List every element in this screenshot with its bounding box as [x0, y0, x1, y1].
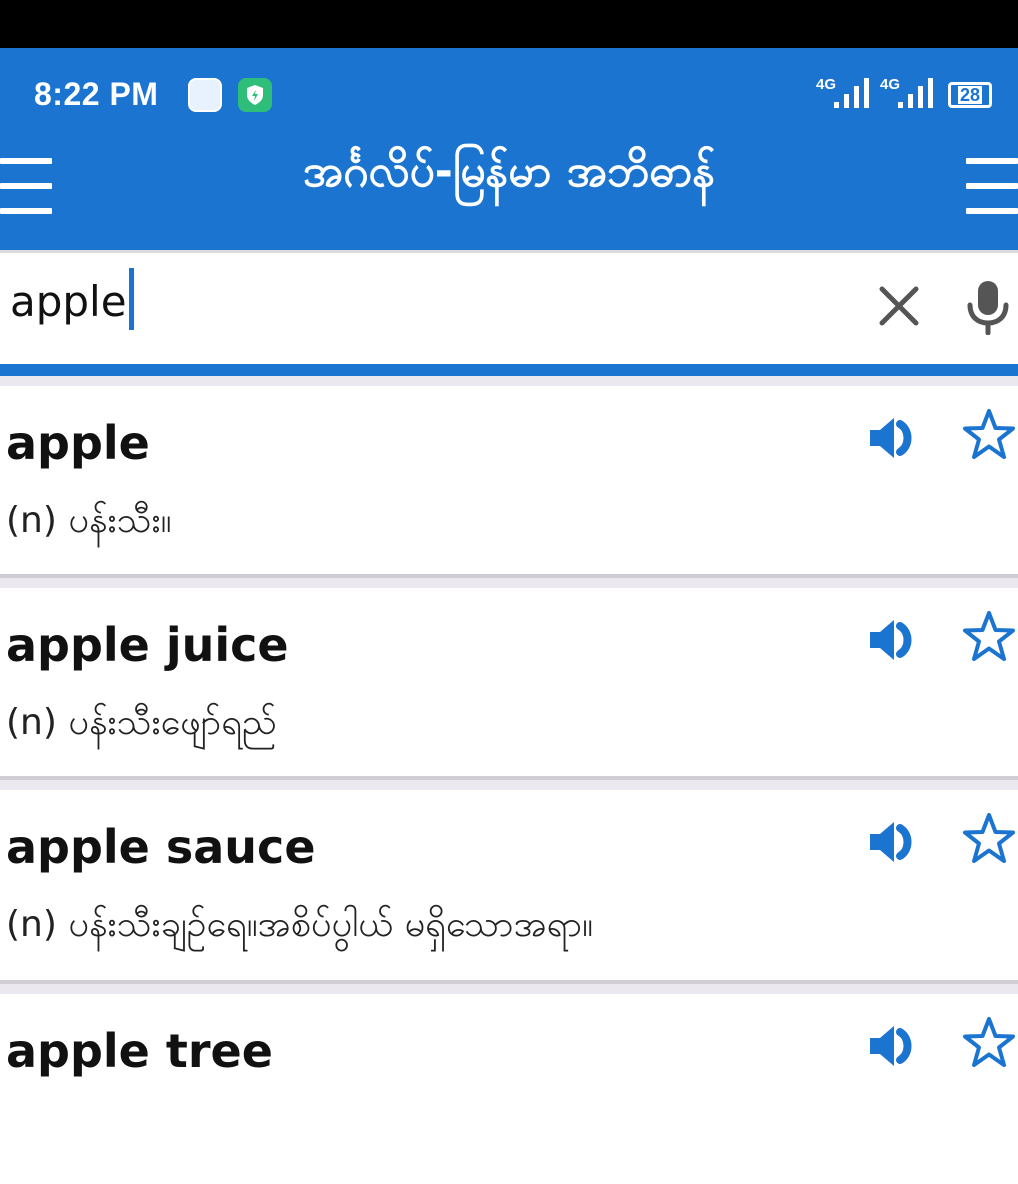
entry-definition: (n) ပန်းသီးဖျော်ရည်	[6, 702, 277, 743]
search-bar: apple	[0, 250, 1018, 360]
battery-level: 28	[957, 85, 983, 105]
status-time: 8:22 PM	[34, 76, 159, 112]
speaker-icon[interactable]	[866, 818, 924, 866]
network-type-1: 4G	[816, 76, 837, 93]
list-item[interactable]: apple sauce (n) ပန်းသီးချဉ်ရေ။အစိပ်ပွါယ်…	[0, 790, 1018, 980]
speaker-icon[interactable]	[866, 1022, 924, 1070]
list-item[interactable]: apple juice (n) ပန်းသီးဖျော်ရည်	[0, 588, 1018, 776]
close-icon[interactable]	[876, 283, 922, 329]
star-outline-icon[interactable]	[960, 406, 1018, 464]
signal-icon: 4G	[880, 76, 934, 110]
search-input[interactable]: apple	[10, 267, 134, 330]
app-title: အင်္ဂလိပ်-မြန်မာ အဘိဓာန်	[302, 146, 716, 197]
microphone-icon[interactable]	[964, 279, 1012, 335]
list-item[interactable]: apple tree	[0, 994, 1018, 1184]
star-outline-icon[interactable]	[960, 608, 1018, 666]
divider	[0, 574, 1018, 588]
divider	[0, 776, 1018, 790]
entry-definition: (n) ပန်းသီးချဉ်ရေ။အစိပ်ပွါယ် မရှိသောအရာ။	[6, 904, 594, 945]
divider	[0, 980, 1018, 994]
star-outline-icon[interactable]	[960, 810, 1018, 868]
status-indicators: 4G 4G 28	[816, 76, 992, 110]
entry-word: apple tree	[6, 1024, 273, 1078]
battery-icon: 28	[948, 82, 992, 108]
star-outline-icon[interactable]	[960, 1014, 1018, 1072]
app-bar: 8:22 PM 4G 4G 28 အင်္ဂလိပ်-မြန်မာ အဘိဓာန…	[0, 48, 1018, 250]
signal-icon: 4G	[816, 76, 870, 110]
entry-definition: (n) ပန်းသီး။	[6, 500, 172, 541]
system-top-bar	[0, 0, 1018, 48]
search-input-value: apple	[10, 277, 127, 326]
options-menu-icon[interactable]	[966, 158, 1018, 214]
search-progress-bar	[0, 364, 1018, 376]
results-list: apple (n) ပန်းသီး။ apple juice (n) ပန်းသ…	[0, 386, 1018, 1184]
entry-word: apple	[6, 416, 150, 470]
list-top-divider	[0, 376, 1018, 386]
network-type-2: 4G	[880, 76, 901, 93]
assistant-app-icon	[188, 78, 222, 112]
text-caret	[128, 267, 134, 330]
list-item[interactable]: apple (n) ပန်းသီး။	[0, 386, 1018, 574]
entry-word: apple sauce	[6, 820, 316, 874]
entry-word: apple juice	[6, 618, 289, 672]
speaker-icon[interactable]	[866, 616, 924, 664]
shield-app-icon	[238, 78, 272, 112]
speaker-icon[interactable]	[866, 414, 924, 462]
